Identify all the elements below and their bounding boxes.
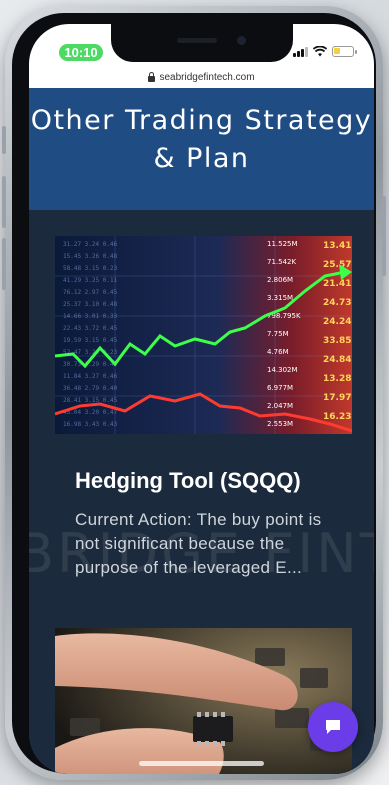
ticker-price: 13.41	[323, 241, 351, 251]
svg-text:28.41 3.15 0.45: 28.41 3.15 0.45	[63, 397, 118, 404]
status-time: 10:10	[59, 44, 103, 61]
chat-button[interactable]	[308, 702, 358, 752]
wifi-icon	[313, 46, 327, 57]
strategy-card-2[interactable]	[55, 628, 352, 774]
status-bar: 10:10	[29, 24, 374, 66]
svg-text:41.29 3.25 0.11: 41.29 3.25 0.11	[63, 277, 118, 284]
address-bar[interactable]: seabridgefintech.com	[29, 66, 374, 88]
card-title[interactable]: Hedging Tool (SQQQ)	[75, 468, 352, 494]
ticker-volume: 2.553M	[267, 420, 293, 428]
svg-text:22.43 3.72 0.45: 22.43 3.72 0.45	[63, 325, 118, 332]
ticker-price: 25.57	[323, 260, 351, 270]
ticker-volume: 3.315M	[267, 294, 293, 302]
notch	[111, 24, 293, 62]
ticker-volume: 11.525M	[267, 240, 298, 248]
screen: 10:10 seabridgefintech.com Other Trading…	[29, 24, 374, 774]
ticker-price: 24.24	[323, 317, 351, 327]
svg-text:15.45 3.26 0.48: 15.45 3.26 0.48	[63, 253, 118, 260]
ticker-price: 16.23	[323, 412, 351, 422]
signal-icon	[293, 46, 308, 57]
svg-text:25.37 3.10 0.48: 25.37 3.10 0.48	[63, 301, 118, 308]
stock-chart-image[interactable]: 31.27 3.24 0.46 15.45 3.26 0.48 58.48 3.1…	[55, 236, 352, 434]
page-header: Other Trading Strategy & Plan	[29, 88, 374, 210]
svg-text:16.98 3.43 0.43: 16.98 3.43 0.43	[63, 421, 118, 428]
card-description: Current Action: The buy point is not sig…	[75, 510, 322, 577]
ticker-price: 17.97	[323, 393, 351, 403]
strategy-card[interactable]: 31.27 3.24 0.46 15.45 3.26 0.48 58.48 3.1…	[55, 236, 352, 580]
ticker-volume: 2.047M	[267, 402, 293, 410]
ticker-volume: 71.542K	[267, 258, 296, 266]
svg-text:36.48 2.79 0.40: 36.48 2.79 0.40	[63, 385, 118, 392]
chat-bubble-icon	[326, 720, 340, 734]
ticker-price: 24.84	[323, 355, 351, 365]
ticker-price: 21.41	[323, 279, 351, 289]
ticker-volume: 14.302M	[267, 366, 298, 374]
battery-icon	[332, 46, 357, 57]
lock-icon	[148, 71, 156, 82]
svg-text:76.12 2.97 0.45: 76.12 2.97 0.45	[63, 289, 118, 296]
ticker-volume: 7.75M	[267, 330, 289, 338]
ticker-volume: 6.977M	[267, 384, 293, 392]
phone-frame: 10:10 seabridgefintech.com Other Trading…	[2, 6, 386, 780]
microchip-image[interactable]	[55, 628, 352, 774]
svg-text:31.27 3.24 0.46: 31.27 3.24 0.46	[63, 241, 118, 248]
url-text: seabridgefintech.com	[159, 71, 255, 83]
ticker-price: 24.73	[323, 298, 351, 308]
svg-text:30.73 3.29 0.45: 30.73 3.29 0.45	[63, 361, 118, 368]
ticker-volume: 2.806M	[267, 276, 293, 284]
svg-text:14.66 3.01 0.33: 14.66 3.01 0.33	[63, 313, 118, 320]
ticker-volume: 4.76M	[267, 348, 289, 356]
ticker-price: 13.28	[323, 374, 351, 384]
page-title: Other Trading Strategy & Plan	[30, 105, 373, 174]
svg-text:58.48 3.15 0.23: 58.48 3.15 0.23	[63, 265, 118, 272]
home-indicator[interactable]	[139, 761, 264, 766]
main-content: BRIDGE FINT 31.27 3.24 0.46 15.45 3.26 0…	[29, 210, 374, 774]
svg-text:19.59 3.15 0.45: 19.59 3.15 0.45	[63, 337, 118, 344]
svg-text:11.84 3.27 0.46: 11.84 3.27 0.46	[63, 373, 118, 380]
ticker-price: 33.85	[323, 336, 351, 346]
